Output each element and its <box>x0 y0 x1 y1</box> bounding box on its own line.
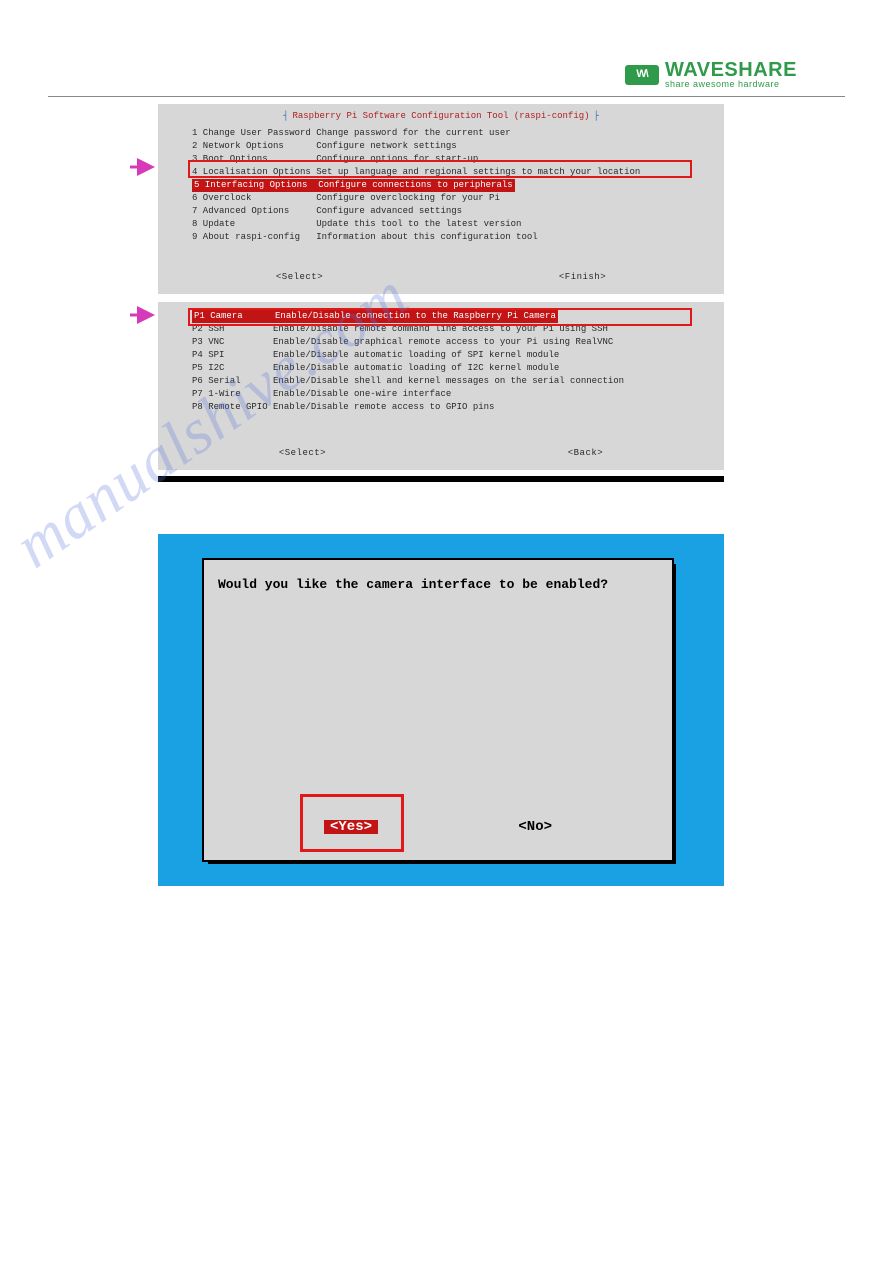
confirmation-screenshot: Would you like the camera interface to b… <box>158 534 724 886</box>
brand-logo: W\ WAVESHARE share awesome hardware <box>625 60 845 89</box>
arrow-icon <box>132 162 158 172</box>
menu-item[interactable]: P6 Serial Enable/Disable shell and kerne… <box>192 375 724 388</box>
menu-item[interactable]: P3 VNC Enable/Disable graphical remote a… <box>192 336 724 349</box>
menu-item[interactable]: P4 SPI Enable/Disable automatic loading … <box>192 349 724 362</box>
highlight-box-interfacing <box>188 160 692 178</box>
menu-item[interactable]: 6 Overclock Configure overclocking for y… <box>192 192 724 205</box>
tool-title: ┤Raspberry Pi Software Configuration Too… <box>158 104 724 123</box>
menu-item[interactable]: 1 Change User Password Change password f… <box>192 127 724 140</box>
menu-item[interactable]: 7 Advanced Options Configure advanced se… <box>192 205 724 218</box>
raspi-config-main-menu: ┤Raspberry Pi Software Configuration Too… <box>158 104 724 294</box>
back-button[interactable]: <Back> <box>568 447 603 460</box>
menu-item[interactable]: 5 Interfacing Options Configure connecti… <box>192 179 724 192</box>
brand-tagline: share awesome hardware <box>665 80 797 89</box>
arrow-icon <box>132 310 158 320</box>
raspi-config-interfacing-menu: P1 Camera Enable/Disable connection to t… <box>158 302 724 470</box>
brand-name: WAVESHARE <box>665 60 797 80</box>
dialog-question: Would you like the camera interface to b… <box>204 560 672 591</box>
menu-item[interactable]: P5 I2C Enable/Disable automatic loading … <box>192 362 724 375</box>
confirmation-dialog: Would you like the camera interface to b… <box>202 558 674 862</box>
brand-badge-icon: W\ <box>625 65 659 85</box>
select-button[interactable]: <Select> <box>276 271 323 284</box>
no-button[interactable]: <No> <box>518 820 552 834</box>
menu-item[interactable]: 2 Network Options Configure network sett… <box>192 140 724 153</box>
menu-item[interactable]: P8 Remote GPIO Enable/Disable remote acc… <box>192 401 724 414</box>
section-divider <box>158 476 724 482</box>
highlight-box-yes <box>300 794 404 852</box>
menu-item[interactable]: P7 1-Wire Enable/Disable one-wire interf… <box>192 388 724 401</box>
menu-item[interactable]: 9 About raspi-config Information about t… <box>192 231 724 244</box>
select-button[interactable]: <Select> <box>279 447 326 460</box>
finish-button[interactable]: <Finish> <box>559 271 606 284</box>
header-divider <box>48 96 845 97</box>
highlight-box-camera <box>188 308 692 326</box>
menu-item[interactable]: 8 Update Update this tool to the latest … <box>192 218 724 231</box>
main-menu-list: 1 Change User Password Change password f… <box>158 123 724 244</box>
